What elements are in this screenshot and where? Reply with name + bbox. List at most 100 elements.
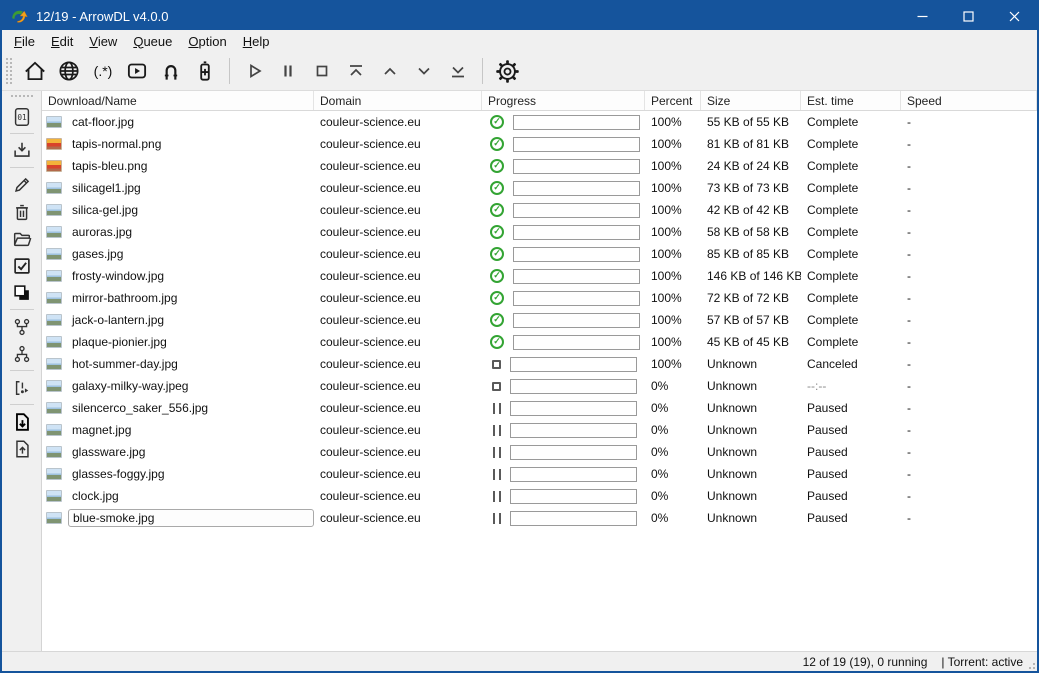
table-row[interactable]: frosty-window.jpg couleur-science.eu 100… xyxy=(42,265,1037,287)
column-header-est-time[interactable]: Est. time xyxy=(801,91,901,110)
menu-edit[interactable]: Edit xyxy=(43,32,81,51)
table-row[interactable]: galaxy-milky-way.jpeg couleur-science.eu… xyxy=(42,375,1037,397)
svg-text:01: 01 xyxy=(17,112,27,121)
table-row[interactable]: magnet.jpg couleur-science.eu 0% Unknown… xyxy=(42,419,1037,441)
table-row[interactable]: silencerco_saker_556.jpg couleur-science… xyxy=(42,397,1037,419)
minimize-button[interactable] xyxy=(899,2,945,30)
table-row[interactable]: hot-summer-day.jpg couleur-science.eu 10… xyxy=(42,353,1037,375)
move-top-icon xyxy=(344,59,368,83)
force-start-button[interactable] xyxy=(7,374,37,401)
table-row[interactable]: clock.jpg couleur-science.eu 0% Unknown … xyxy=(42,485,1037,507)
size-cell: 58 KB of 58 KB xyxy=(701,225,801,239)
resize-grip[interactable] xyxy=(1033,667,1035,669)
file-name: clock.jpg xyxy=(68,488,123,504)
rename-batch-button[interactable]: 01 xyxy=(7,103,37,130)
trash-icon xyxy=(11,201,33,223)
progress-cell xyxy=(482,335,645,350)
status-icon xyxy=(492,360,501,369)
add-stream-button[interactable] xyxy=(120,56,154,86)
edit-button[interactable] xyxy=(7,171,37,198)
select-all-button[interactable] xyxy=(7,252,37,279)
export-button[interactable] xyxy=(7,435,37,462)
table-row[interactable]: cat-floor.jpg couleur-science.eu 100% 55… xyxy=(42,111,1037,133)
column-header-speed[interactable]: Speed xyxy=(901,91,1037,110)
file-name: magnet.jpg xyxy=(68,422,135,438)
table-row[interactable]: mirror-bathroom.jpg couleur-science.eu 1… xyxy=(42,287,1037,309)
import-button[interactable] xyxy=(7,408,37,435)
column-header-domain[interactable]: Domain xyxy=(314,91,482,110)
progress-bar xyxy=(513,247,640,262)
size-cell: Unknown xyxy=(701,489,801,503)
file-name: jack-o-lantern.jpg xyxy=(68,312,168,328)
gear-icon xyxy=(494,58,521,85)
table-row[interactable]: glassware.jpg couleur-science.eu 0% Unkn… xyxy=(42,441,1037,463)
table-row[interactable]: glasses-foggy.jpg couleur-science.eu 0% … xyxy=(42,463,1037,485)
menu-help[interactable]: Help xyxy=(235,32,278,51)
column-header-name[interactable]: Download/Name xyxy=(42,91,314,110)
table-row[interactable]: jack-o-lantern.jpg couleur-science.eu 10… xyxy=(42,309,1037,331)
percent-cell: 0% xyxy=(645,423,701,437)
save-button[interactable] xyxy=(7,137,37,164)
table-row[interactable]: silicagel1.jpg couleur-science.eu 100% 7… xyxy=(42,177,1037,199)
table-row[interactable]: tapis-normal.png couleur-science.eu 100%… xyxy=(42,133,1037,155)
table-row[interactable]: tapis-bleu.png couleur-science.eu 100% 2… xyxy=(42,155,1037,177)
progress-bar xyxy=(513,137,640,152)
battery-plus-icon xyxy=(192,58,218,84)
close-button[interactable] xyxy=(991,2,1037,30)
settings-button[interactable] xyxy=(490,56,524,86)
main-area: 01 xyxy=(2,90,1037,651)
status-icon xyxy=(490,181,504,195)
maximize-button[interactable] xyxy=(945,2,991,30)
menu-queue[interactable]: Queue xyxy=(125,32,180,51)
table-row[interactable]: blue-smoke.jpg couleur-science.eu 0% Unk… xyxy=(42,507,1037,529)
percent-cell: 0% xyxy=(645,379,701,393)
regex-icon: (.*) xyxy=(94,63,113,79)
move-up-button[interactable] xyxy=(373,56,407,86)
resume-button[interactable] xyxy=(237,56,271,86)
delete-button[interactable] xyxy=(7,198,37,225)
file-name: tapis-normal.png xyxy=(68,136,165,152)
speed-cell: - xyxy=(901,401,1037,415)
video-play-icon xyxy=(124,58,150,84)
status-icon xyxy=(490,137,504,151)
group-button[interactable] xyxy=(7,313,37,340)
size-cell: Unknown xyxy=(701,401,801,415)
file-thumbnail-icon xyxy=(46,490,62,502)
speed-cell: - xyxy=(901,247,1037,261)
table-row[interactable]: plaque-pionier.jpg couleur-science.eu 10… xyxy=(42,331,1037,353)
progress-bar xyxy=(510,467,637,482)
table-row[interactable]: gases.jpg couleur-science.eu 100% 85 KB … xyxy=(42,243,1037,265)
stop-button[interactable] xyxy=(305,56,339,86)
menu-file[interactable]: File xyxy=(6,32,43,51)
domain-cell: couleur-science.eu xyxy=(314,379,482,393)
open-folder-button[interactable] xyxy=(7,225,37,252)
pause-button[interactable] xyxy=(271,56,305,86)
move-top-button[interactable] xyxy=(339,56,373,86)
size-cell: 72 KB of 72 KB xyxy=(701,291,801,305)
add-urls-button[interactable] xyxy=(188,56,222,86)
move-down-button[interactable] xyxy=(407,56,441,86)
status-icon xyxy=(490,269,504,283)
size-cell: 146 KB of 146 KB xyxy=(701,269,801,283)
table-row[interactable]: silica-gel.jpg couleur-science.eu 100% 4… xyxy=(42,199,1037,221)
menu-option[interactable]: Option xyxy=(180,32,234,51)
side-toolbar-grip[interactable] xyxy=(11,95,33,99)
add-batch-button[interactable]: (.*) xyxy=(86,56,120,86)
move-bottom-button[interactable] xyxy=(441,56,475,86)
column-header-percent[interactable]: Percent xyxy=(645,91,701,110)
est-time-cell: Complete xyxy=(801,203,901,217)
add-content-button[interactable] xyxy=(52,56,86,86)
speed-cell: - xyxy=(901,291,1037,305)
speed-cell: - xyxy=(901,423,1037,437)
toolbar-grip[interactable] xyxy=(6,58,12,84)
ungroup-button[interactable] xyxy=(7,340,37,367)
home-button[interactable] xyxy=(18,56,52,86)
column-header-size[interactable]: Size xyxy=(701,91,801,110)
column-header-progress[interactable]: Progress xyxy=(482,91,645,110)
add-torrent-button[interactable] xyxy=(154,56,188,86)
size-cell: 55 KB of 55 KB xyxy=(701,115,801,129)
invert-selection-button[interactable] xyxy=(7,279,37,306)
menu-view[interactable]: View xyxy=(81,32,125,51)
table-row[interactable]: auroras.jpg couleur-science.eu 100% 58 K… xyxy=(42,221,1037,243)
size-cell: Unknown xyxy=(701,511,801,525)
